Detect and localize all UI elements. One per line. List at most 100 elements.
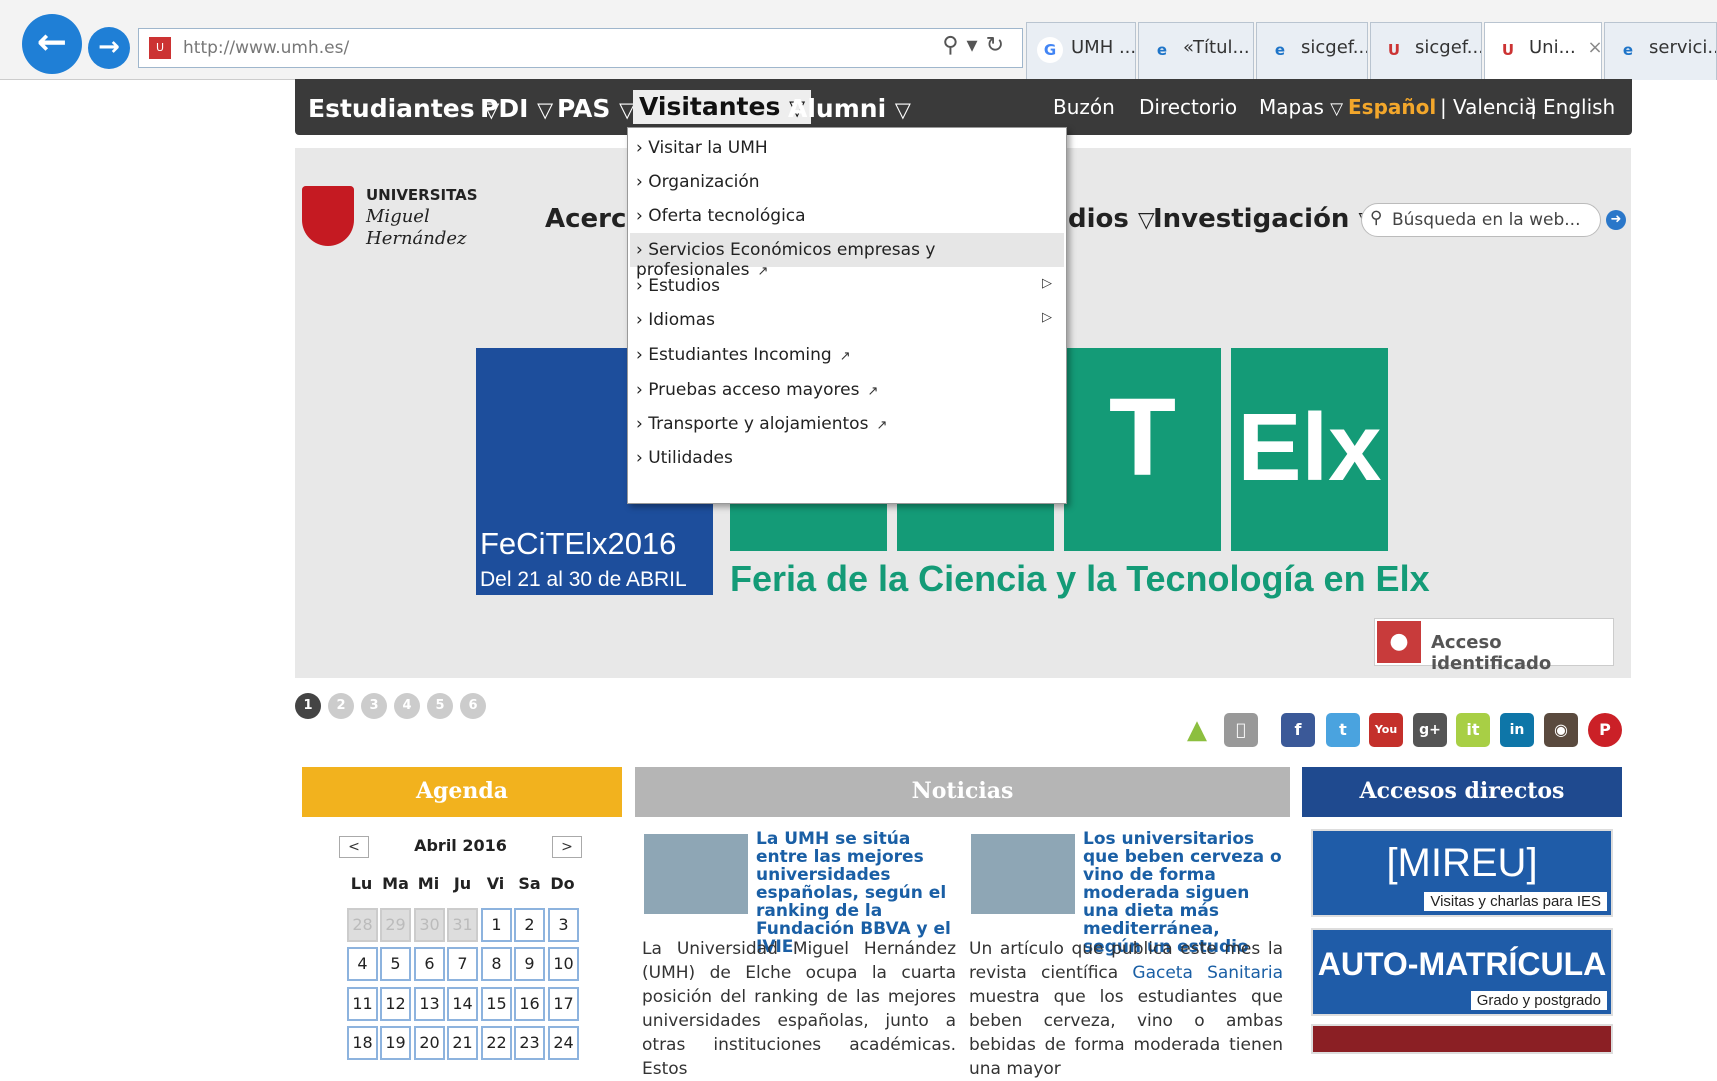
lang-separator: |: [1440, 95, 1447, 119]
menu-item[interactable]: › Servicios Económicos empresas y profes…: [630, 233, 1064, 280]
login-label: Acceso identificado: [1431, 632, 1552, 674]
calendar-day[interactable]: 29: [380, 908, 411, 942]
tab-2[interactable]: e «Títul...: [1138, 22, 1254, 80]
tab-6[interactable]: e servici...: [1604, 22, 1717, 80]
carousel-dot[interactable]: 6: [460, 693, 486, 719]
calendar-day[interactable]: 7: [447, 947, 478, 981]
calendar-day[interactable]: 8: [481, 947, 512, 981]
lang-valencia[interactable]: Valencià: [1453, 95, 1537, 119]
carousel-dot[interactable]: 1: [295, 693, 321, 719]
login-button[interactable]: ● Acceso identificado: [1374, 618, 1614, 674]
calendar-day[interactable]: 22: [481, 1026, 512, 1060]
calendar-day[interactable]: 19: [380, 1026, 411, 1060]
carousel-dot[interactable]: 5: [427, 693, 453, 719]
apple-icon[interactable]: : [1224, 713, 1258, 747]
calendar-day[interactable]: 16: [514, 987, 545, 1021]
tab-4[interactable]: U sicgef...: [1370, 22, 1482, 80]
calendar-day[interactable]: 17: [548, 987, 579, 1021]
calendar-day[interactable]: 21: [447, 1026, 478, 1060]
calendar-day[interactable]: 13: [414, 987, 445, 1021]
calendar-day[interactable]: 24: [548, 1026, 579, 1060]
menu-item[interactable]: › Estudios ▷: [630, 269, 1064, 303]
nav-pdi[interactable]: PDI ▽: [480, 94, 553, 123]
calendar-day[interactable]: 18: [347, 1026, 378, 1060]
youtube-icon[interactable]: You: [1369, 713, 1403, 747]
nav-investigacion[interactable]: Investigación ▽: [1153, 204, 1375, 234]
link-directorio[interactable]: Directorio: [1139, 95, 1237, 119]
menu-item[interactable]: › Pruebas acceso mayores ↗: [630, 373, 1064, 407]
calendar-day[interactable]: 3: [548, 908, 579, 942]
banner-letter-block: Elx: [1231, 348, 1388, 551]
linkedin-icon[interactable]: in: [1500, 713, 1534, 747]
calendar-day[interactable]: 20: [414, 1026, 445, 1060]
nav-pas[interactable]: PAS ▽: [557, 94, 635, 123]
umh-favicon-icon: U: [1501, 41, 1515, 59]
calendar-day[interactable]: 15: [481, 987, 512, 1021]
submenu-arrow-icon: ▷: [1042, 310, 1052, 325]
carousel-dot[interactable]: 4: [394, 693, 420, 719]
calendar-day[interactable]: 14: [447, 987, 478, 1021]
twitter-icon[interactable]: t: [1326, 713, 1360, 747]
carousel-dot[interactable]: 2: [328, 693, 354, 719]
facebook-icon[interactable]: f: [1281, 713, 1315, 747]
umh-logo[interactable]: UNIVERSITAS Miguel Hernández: [302, 182, 478, 254]
nav-visitantes[interactable]: Visitantes ▽: [633, 90, 812, 124]
menu-item[interactable]: › Organización: [630, 165, 1064, 199]
menu-item-label: Visitar la UMH: [648, 138, 768, 158]
android-icon[interactable]: ▲: [1180, 713, 1214, 747]
link-buzon[interactable]: Buzón: [1053, 95, 1115, 119]
lang-english[interactable]: English: [1543, 95, 1615, 119]
nav-estudiantes[interactable]: Estudiantes ▽: [308, 94, 499, 123]
back-button[interactable]: ←: [22, 14, 82, 74]
carousel-dot[interactable]: 3: [361, 693, 387, 719]
calendar-day[interactable]: 28: [347, 908, 378, 942]
calendar-day[interactable]: 5: [380, 947, 411, 981]
calendar-day[interactable]: 11: [347, 987, 378, 1021]
tab-1[interactable]: G UMH ...: [1026, 22, 1136, 80]
calendar-day[interactable]: 9: [514, 947, 545, 981]
calendar-day[interactable]: 1: [481, 908, 512, 942]
logo-text: UNIVERSITAS: [366, 186, 478, 204]
calendar-day[interactable]: 2: [514, 908, 545, 942]
visitantes-dropdown-menu: › Visitar la UMH › Organización › Oferta t…: [627, 127, 1067, 504]
acceso-automatricula[interactable]: AUTO-MATRÍCULA Grado y postgrado: [1311, 928, 1613, 1016]
calendar-day[interactable]: 12: [380, 987, 411, 1021]
calendar-day[interactable]: 31: [447, 908, 478, 942]
calendar-next-button[interactable]: >: [552, 836, 582, 858]
nav-alumni[interactable]: Alumni ▽: [788, 94, 911, 123]
banner-letter-block: T: [1064, 348, 1221, 551]
news-link[interactable]: Gaceta Sanitaria: [1132, 963, 1283, 983]
googleplus-icon[interactable]: g+: [1413, 713, 1447, 747]
search-refresh-icon[interactable]: ⚲▾↻: [942, 33, 1012, 58]
search-input[interactable]: ⚲ Búsqueda en la web...: [1361, 203, 1601, 237]
search-icon: ⚲: [1370, 208, 1383, 228]
tab-5-active[interactable]: U Uni... ×: [1484, 22, 1602, 80]
calendar-day[interactable]: 10: [548, 947, 579, 981]
news-image[interactable]: [971, 834, 1075, 914]
pinterest-icon[interactable]: P: [1588, 713, 1622, 747]
menu-item[interactable]: › Idiomas ▷: [630, 303, 1064, 337]
news-image[interactable]: [644, 834, 748, 914]
menu-item[interactable]: › Visitar la UMH: [630, 131, 1064, 165]
tab-close-icon[interactable]: ×: [1587, 37, 1601, 58]
instagram-icon[interactable]: ◉: [1544, 713, 1578, 747]
calendar-dow: Do: [550, 874, 575, 893]
tab-3[interactable]: e sicgef...: [1256, 22, 1368, 80]
menu-item[interactable]: › Transporte y alojamientos ↗: [630, 407, 1064, 441]
acceso-mireu[interactable]: [MIREU] Visitas y charlas para IES: [1311, 829, 1613, 917]
link-mapas[interactable]: Mapas ▽: [1259, 95, 1343, 119]
menu-item[interactable]: › Utilidades: [630, 441, 1064, 475]
address-bar[interactable]: U http://www.umh.es/ ⚲▾↻: [138, 28, 1023, 68]
menu-item[interactable]: › Oferta tecnológica: [630, 199, 1064, 233]
calendar-day[interactable]: 4: [347, 947, 378, 981]
menu-item[interactable]: › Estudiantes Incoming ↗: [630, 338, 1064, 372]
calendar-day[interactable]: 23: [514, 1026, 545, 1060]
search-go-button[interactable]: ➜: [1606, 210, 1626, 230]
calendar-day[interactable]: 30: [414, 908, 445, 942]
calendar-day[interactable]: 6: [414, 947, 445, 981]
nav-estudios[interactable]: dios ▽: [1068, 204, 1155, 234]
itunes-u-icon[interactable]: it: [1456, 713, 1490, 747]
forward-button[interactable]: →: [88, 27, 130, 69]
lang-espanol[interactable]: Español: [1348, 95, 1436, 119]
external-link-icon: ↗: [867, 384, 879, 399]
